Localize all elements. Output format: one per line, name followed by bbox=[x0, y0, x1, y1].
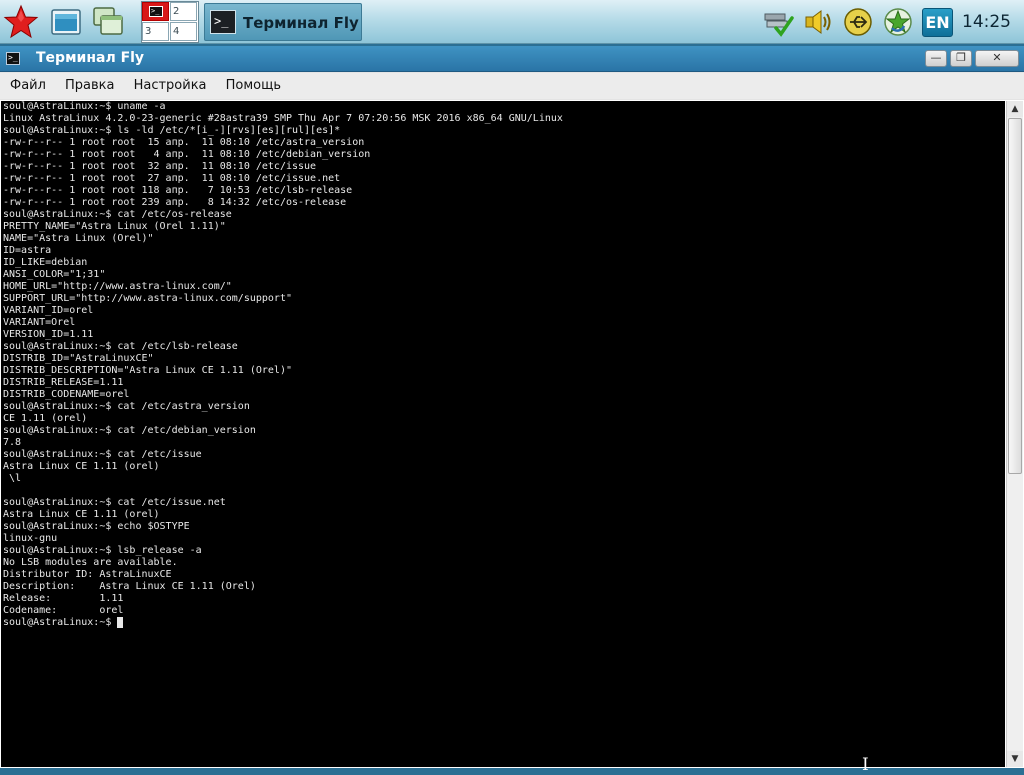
terminal-line: DISTRIB_CODENAME=orel bbox=[3, 389, 130, 400]
terminal-line: -rw-r--r-- 1 root root 27 апр. 11 08:10 … bbox=[3, 173, 341, 184]
terminal-line: soul@AstraLinux:~$ lsb_release -a bbox=[3, 545, 202, 556]
terminal-area: soul@AstraLinux:~$ uname -a Linux AstraLi… bbox=[0, 100, 1024, 774]
maximize-icon: ❐ bbox=[956, 51, 966, 64]
terminal-line: soul@AstraLinux:~$ echo $OSTYPE bbox=[3, 521, 190, 532]
vertical-scrollbar[interactable]: ▲ ▼ bbox=[1006, 101, 1023, 767]
terminal-line: Codename: orel bbox=[3, 605, 124, 616]
terminal-line: SUPPORT_URL="http://www.astra-linux.com/… bbox=[3, 293, 292, 304]
terminal-line: \l bbox=[3, 473, 22, 484]
terminal-prompt: soul@AstraLinux:~$ bbox=[3, 617, 118, 628]
menu-settings[interactable]: Настройка bbox=[127, 73, 214, 99]
terminal-line: VARIANT=Orel bbox=[3, 317, 76, 328]
terminal-line: HOME_URL="http://www.astra-linux.com/" bbox=[3, 281, 232, 292]
clock[interactable]: 14:25 bbox=[962, 12, 1011, 32]
usb-icon[interactable] bbox=[842, 6, 874, 38]
terminal-line: Astra Linux CE 1.11 (orel) bbox=[3, 509, 160, 520]
minimize-icon: — bbox=[930, 51, 942, 64]
windows-icon[interactable] bbox=[90, 4, 126, 40]
terminal-line: -rw-r--r-- 1 root root 32 апр. 11 08:10 … bbox=[3, 161, 317, 172]
terminal-line: soul@AstraLinux:~$ cat /etc/issue.net bbox=[3, 497, 226, 508]
scroll-down-button[interactable]: ▼ bbox=[1007, 751, 1023, 767]
terminal-line: soul@AstraLinux:~$ uname -a bbox=[3, 101, 166, 112]
terminal-line: -rw-r--r-- 1 root root 118 апр. 7 10:53 … bbox=[3, 185, 353, 196]
top-panel: >_ 2 3 4 >_ Терминал Fly EN 14:25 bbox=[0, 0, 1024, 44]
terminal-line: Description: Astra Linux CE 1.11 (Orel) bbox=[3, 581, 256, 592]
terminal-line: soul@AstraLinux:~$ cat /etc/os-release bbox=[3, 209, 232, 220]
menu-edit[interactable]: Правка bbox=[58, 73, 121, 99]
arrow-up-icon: ▲ bbox=[1011, 104, 1019, 114]
terminal-line: -rw-r--r-- 1 root root 4 апр. 11 08:10 /… bbox=[3, 149, 371, 160]
terminal-line: No LSB modules are available. bbox=[3, 557, 178, 568]
terminal-line: VARIANT_ID=orel bbox=[3, 305, 94, 316]
terminal-line: DISTRIB_DESCRIPTION="Astra Linux CE 1.11… bbox=[3, 365, 292, 376]
workspace-number: 2 bbox=[173, 6, 180, 17]
keyboard-layout-indicator[interactable]: EN bbox=[922, 8, 953, 37]
menu-bar: Файл Правка Настройка Помощь bbox=[0, 73, 1024, 99]
update-star-icon[interactable] bbox=[882, 6, 914, 38]
workspace-number: 3 bbox=[145, 26, 152, 37]
workspace-pager[interactable]: >_ 2 3 4 bbox=[141, 1, 199, 43]
terminal-line: ANSI_COLOR="1;31" bbox=[3, 269, 106, 280]
workspace-4[interactable]: 4 bbox=[170, 22, 197, 41]
window-titlebar[interactable]: >_ Терминал Fly — ❐ ✕ bbox=[0, 46, 1024, 72]
terminal-line: Distributor ID: AstraLinuxCE bbox=[3, 569, 172, 580]
volume-icon[interactable] bbox=[802, 6, 834, 38]
terminal-line: Astra Linux CE 1.11 (orel) bbox=[3, 461, 160, 472]
scrollbar-thumb[interactable] bbox=[1008, 118, 1022, 474]
terminal-cursor bbox=[117, 617, 124, 628]
mini-terminal-icon: >_ bbox=[149, 6, 163, 17]
terminal-line: soul@AstraLinux:~$ cat /etc/issue bbox=[3, 449, 202, 460]
terminal-line: -rw-r--r-- 1 root root 15 апр. 11 08:10 … bbox=[3, 137, 365, 148]
terminal-line: ID=astra bbox=[3, 245, 52, 256]
terminal-prompt-line: soul@AstraLinux:~$ bbox=[3, 617, 1005, 629]
menu-help[interactable]: Помощь bbox=[219, 73, 288, 99]
terminal-line: Release: 1.11 bbox=[3, 593, 124, 604]
terminal-icon: >_ bbox=[210, 10, 236, 34]
show-desktop-icon[interactable] bbox=[48, 4, 84, 40]
terminal-output[interactable]: soul@AstraLinux:~$ uname -a Linux AstraLi… bbox=[1, 101, 1005, 767]
terminal-line: 7.8 bbox=[3, 437, 22, 448]
window-title: Терминал Fly bbox=[36, 50, 145, 66]
workspace-2[interactable]: 2 bbox=[170, 2, 197, 21]
workspace-1[interactable]: >_ bbox=[142, 2, 169, 21]
terminal-line: DISTRIB_RELEASE=1.11 bbox=[3, 377, 124, 388]
terminal-line: ID_LIKE=debian bbox=[3, 257, 88, 268]
terminal-line: soul@AstraLinux:~$ cat /etc/debian_versi… bbox=[3, 425, 256, 436]
maximize-button[interactable]: ❐ bbox=[950, 50, 972, 67]
arrow-down-icon: ▼ bbox=[1011, 754, 1019, 764]
close-icon: ✕ bbox=[992, 51, 1002, 64]
red-star-icon[interactable] bbox=[3, 4, 39, 40]
menu-file[interactable]: Файл bbox=[3, 73, 53, 99]
network-tray-icon[interactable] bbox=[762, 6, 794, 38]
terminal-line: soul@AstraLinux:~$ cat /etc/lsb-release bbox=[3, 341, 238, 352]
terminal-line: DISTRIB_ID="AstraLinuxCE" bbox=[3, 353, 154, 364]
text-cursor-icon: I bbox=[862, 755, 869, 775]
terminal-line: VERSION_ID=1.11 bbox=[3, 329, 94, 340]
minimize-button[interactable]: — bbox=[925, 50, 947, 67]
terminal-line: Linux AstraLinux 4.2.0-23-generic #28ast… bbox=[3, 113, 563, 124]
workspace-3[interactable]: 3 bbox=[142, 22, 169, 41]
workspace-number: 4 bbox=[173, 26, 180, 37]
terminal-line: NAME="Astra Linux (Orel)" bbox=[3, 233, 154, 244]
scroll-up-button[interactable]: ▲ bbox=[1007, 101, 1023, 117]
terminal-line: PRETTY_NAME="Astra Linux (Orel 1.11)" bbox=[3, 221, 226, 232]
taskbar-item-label: Терминал Fly bbox=[243, 14, 359, 32]
terminal-line: soul@AstraLinux:~$ ls -ld /etc/*[i_-][rv… bbox=[3, 125, 341, 136]
close-button[interactable]: ✕ bbox=[975, 50, 1019, 67]
terminal-icon: >_ bbox=[6, 52, 20, 65]
terminal-line: linux-gnu bbox=[3, 533, 58, 544]
taskbar-item-terminal[interactable]: >_ Терминал Fly bbox=[204, 3, 362, 41]
terminal-line: -rw-r--r-- 1 root root 239 апр. 8 14:32 … bbox=[3, 197, 347, 208]
terminal-window: >_ Терминал Fly — ❐ ✕ Файл Правка Настро… bbox=[0, 46, 1024, 774]
terminal-line: soul@AstraLinux:~$ cat /etc/astra_versio… bbox=[3, 401, 250, 412]
terminal-line: CE 1.11 (orel) bbox=[3, 413, 88, 424]
